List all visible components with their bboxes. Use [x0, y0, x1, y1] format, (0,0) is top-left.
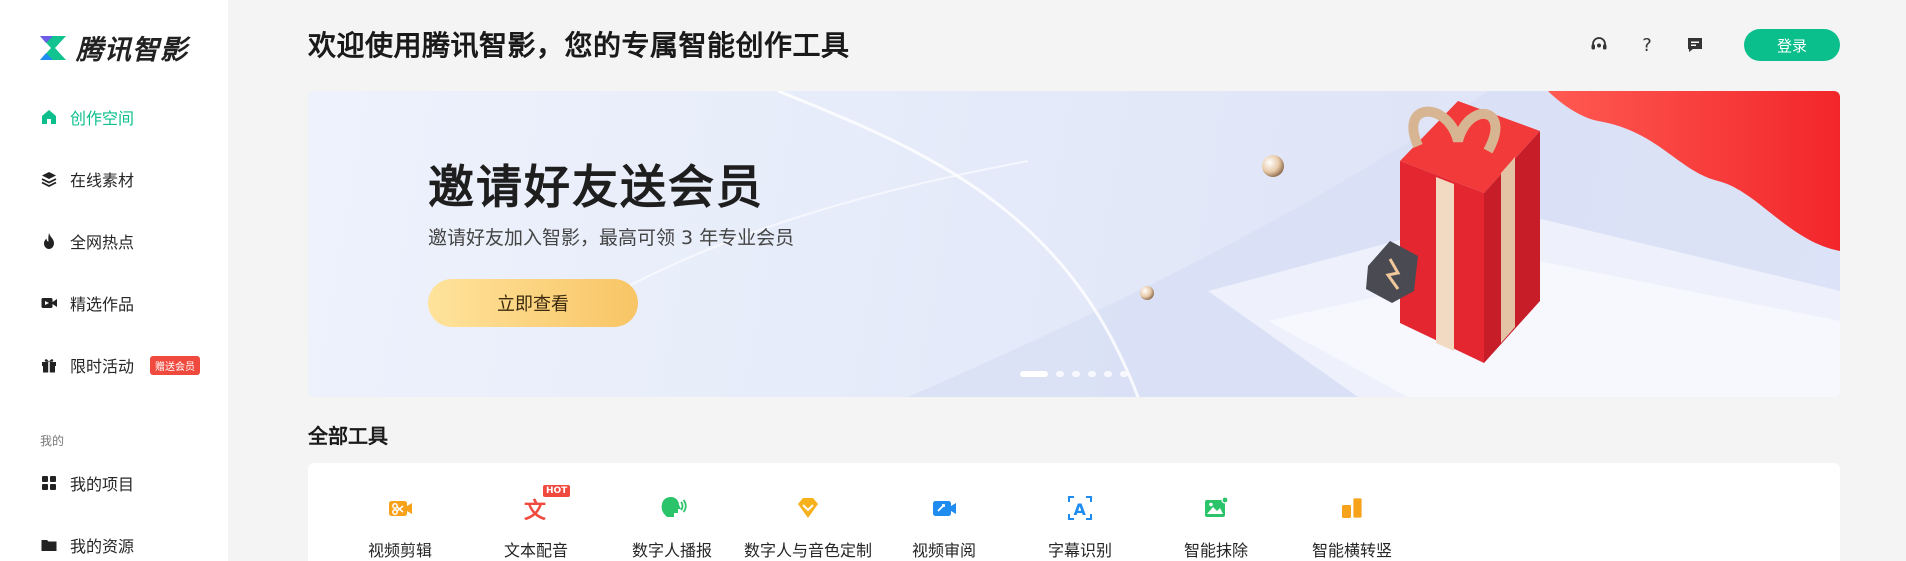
tools-panel: 视频剪辑 文 HOT 文本配音 数字人播报 数字人与音色定制 视频审阅 A 字幕… [308, 463, 1840, 561]
sidebar-item-trending[interactable]: 全网热点 [40, 226, 134, 256]
promo-banner[interactable]: 邀请好友送会员 邀请好友加入智影，最高可领 3 年专业会员 立即查看 [308, 91, 1840, 397]
sidebar-item-label: 全网热点 [70, 233, 135, 252]
subtitle-icon: A [1065, 493, 1095, 523]
carousel-dots [1020, 371, 1128, 377]
grid-icon [42, 476, 56, 490]
carousel-dot[interactable] [1020, 371, 1048, 377]
carousel-dot[interactable] [1120, 371, 1128, 377]
message-icon[interactable] [1684, 34, 1706, 56]
sidebar-item-label: 限时活动 [70, 357, 135, 376]
carousel-dot[interactable] [1056, 371, 1064, 377]
carousel-dot[interactable] [1072, 371, 1080, 377]
page-title: 欢迎使用腾讯智影，您的专属智能创作工具 [308, 29, 850, 62]
hot-badge: HOT [543, 485, 571, 497]
tool-landscape-to-portrait[interactable]: 智能横转竖 [1284, 493, 1420, 561]
view-now-button[interactable]: 立即查看 [428, 279, 638, 327]
tool-digital-human-broadcast[interactable]: 数字人播报 [604, 493, 740, 561]
sidebar-item-label: 在线素材 [70, 171, 135, 190]
sidebar-item-online-materials[interactable]: 在线素材 [40, 164, 134, 194]
promo-badge: 赠送会员 [150, 355, 201, 375]
image-erase-icon [1201, 493, 1231, 523]
sidebar: 腾讯智影 创作空间 在线素材 全网热点 精选作品 限时活动 赠送会员 我的 我的… [0, 0, 228, 561]
header-actions: ? 登录 [1588, 29, 1840, 61]
fire-icon [44, 233, 54, 249]
sidebar-item-label: 创作空间 [70, 109, 135, 128]
banner-title: 邀请好友送会员 [428, 160, 764, 214]
sidebar-item-label: 我的资源 [70, 537, 135, 556]
carousel-dot[interactable] [1088, 371, 1096, 377]
diamond-icon [793, 493, 823, 523]
svg-text:A: A [1074, 500, 1087, 519]
orientation-icon [1337, 493, 1367, 523]
logo-icon [40, 35, 66, 60]
sidebar-item-label: 我的项目 [70, 475, 135, 494]
banner-subtitle: 邀请好友加入智影，最高可领 3 年专业会员 [428, 227, 795, 249]
tool-label: 字幕识别 [1047, 541, 1112, 560]
sidebar-item-my-projects[interactable]: 我的项目 [40, 468, 134, 498]
carousel-dot[interactable] [1104, 371, 1112, 377]
gift-icon [42, 359, 56, 373]
digital-human-icon [657, 493, 687, 523]
support-icon[interactable] [1588, 34, 1610, 56]
video-review-icon [929, 493, 959, 523]
tool-label: 数字人播报 [631, 541, 712, 560]
scissors-video-icon [385, 493, 415, 523]
tool-smart-erase[interactable]: 智能抹除 [1148, 493, 1284, 561]
layers-icon [41, 172, 57, 188]
help-icon[interactable]: ? [1636, 34, 1658, 56]
home-icon [42, 110, 56, 124]
folder-icon [41, 540, 57, 551]
svg-text:文: 文 [524, 498, 547, 523]
my-section-label: 我的 [40, 434, 65, 448]
tool-label: 视频审阅 [911, 541, 976, 560]
sidebar-item-label: 精选作品 [70, 295, 135, 314]
sidebar-item-my-resources[interactable]: 我的资源 [40, 530, 134, 560]
text-voice-icon: 文 HOT [521, 485, 571, 524]
brand-name: 腾讯智影 [76, 35, 188, 66]
tool-label: 智能横转竖 [1311, 541, 1392, 560]
brand-logo[interactable]: 腾讯智影 [38, 28, 188, 67]
login-button[interactable]: 登录 [1744, 29, 1840, 61]
tool-digital-human-voice-custom[interactable]: 数字人与音色定制 [740, 493, 876, 561]
video-icon [41, 298, 57, 308]
tool-label: 文本配音 [503, 541, 568, 560]
tool-subtitle-recognition[interactable]: A 字幕识别 [1012, 493, 1148, 561]
sidebar-item-creation-space[interactable]: 创作空间 [40, 102, 134, 132]
tool-label: 数字人与音色定制 [743, 541, 872, 560]
tool-text-voice[interactable]: 文 HOT 文本配音 [468, 485, 604, 561]
tool-video-review[interactable]: 视频审阅 [876, 493, 1012, 561]
all-tools-title: 全部工具 [308, 424, 388, 448]
help-glyph: ? [1642, 34, 1652, 56]
tool-label: 视频剪辑 [367, 541, 432, 560]
sidebar-item-limited-events[interactable]: 限时活动 赠送会员 [40, 350, 201, 380]
sidebar-item-featured-works[interactable]: 精选作品 [40, 288, 134, 318]
tool-label: 智能抹除 [1183, 541, 1248, 560]
tool-video-edit[interactable]: 视频剪辑 [332, 493, 468, 561]
